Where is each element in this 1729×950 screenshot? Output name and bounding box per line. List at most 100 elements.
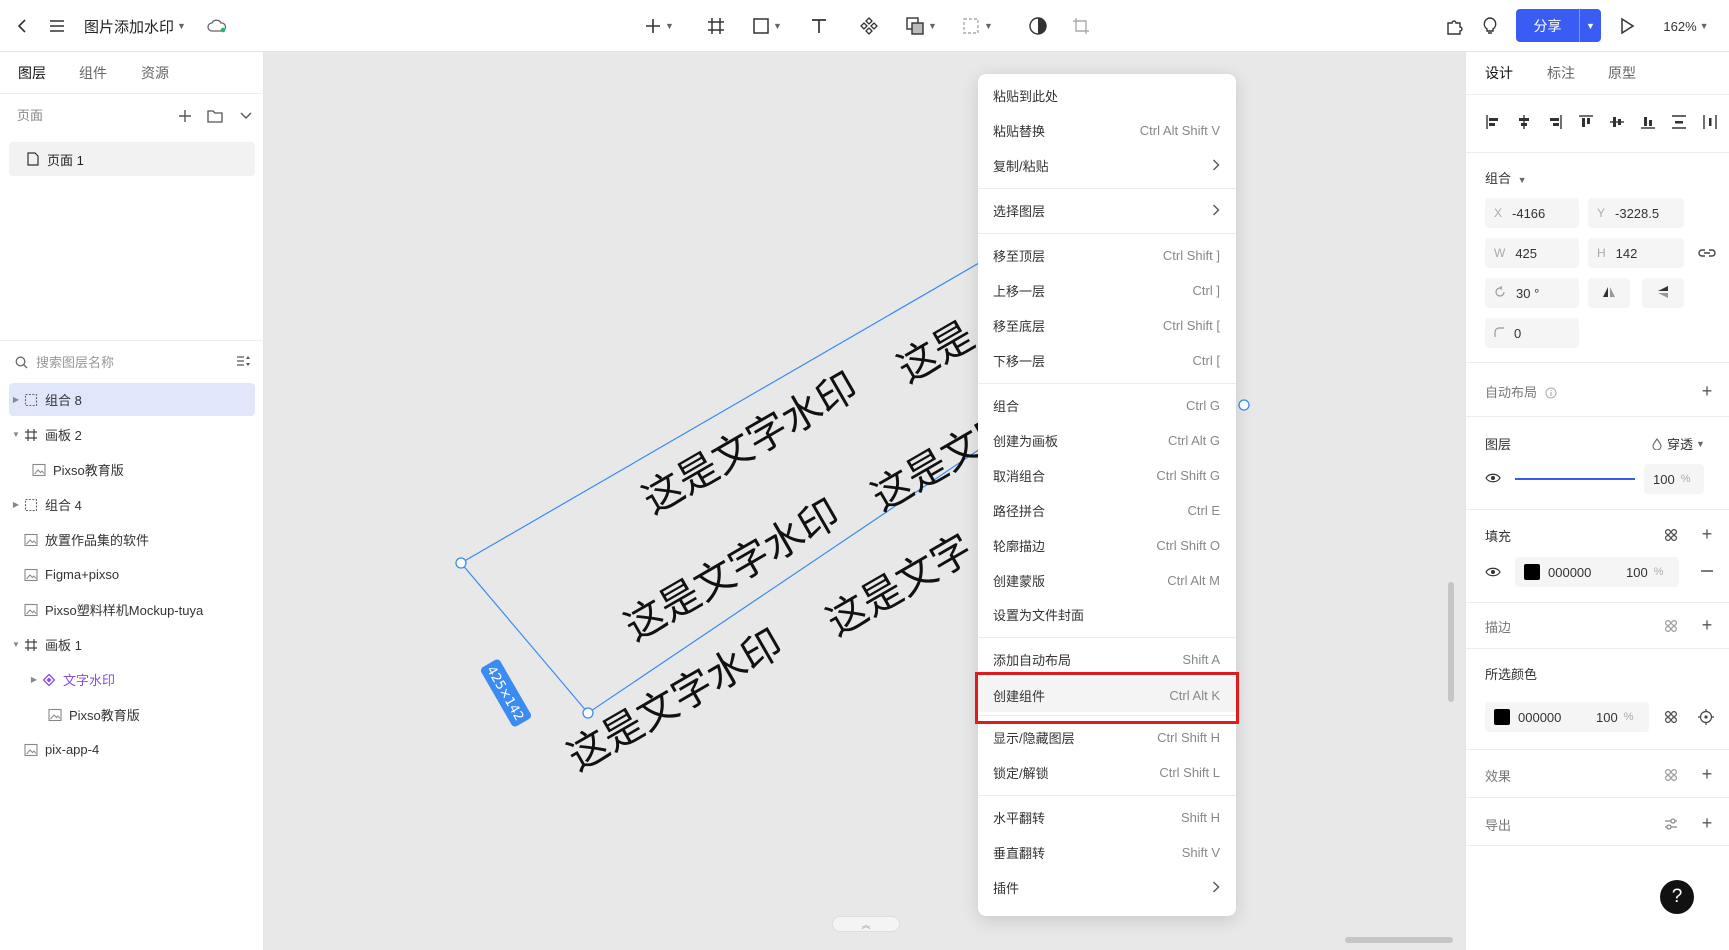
expand-arrow-icon[interactable]: ▶ [27,675,41,684]
corner-radius-field[interactable]: 0 [1485,318,1579,348]
menu-item-flatten[interactable]: 路径拼合 Ctrl E [978,495,1236,525]
layer-item[interactable]: Figma+pixso [9,558,255,591]
menu-item-outline-stroke[interactable]: 轮廓描边 Ctrl Shift O [978,530,1236,560]
menu-item-plugins[interactable]: 插件 [978,872,1236,902]
menu-item-paste-replace[interactable]: 粘贴替换 Ctrl Alt Shift V [978,115,1236,145]
blend-mode-select[interactable]: 穿透 ▼ [1652,434,1705,453]
layer-item[interactable]: ▼ 画板 2 [9,418,255,451]
add-effect-icon[interactable]: + [1698,764,1716,784]
page-item-1[interactable]: 页面 1 [9,142,255,176]
menu-item-flip-horizontal[interactable]: 水平翻转 Shift H [978,802,1236,832]
remove-fill-icon[interactable] [1698,562,1716,580]
flip-horizontal-button[interactable] [1588,278,1630,308]
align-horizontal-center-icon[interactable] [1512,110,1536,134]
rectangle-tool-button[interactable]: ▼ [746,0,788,52]
menu-item-send-backward[interactable]: 下移一层 Ctrl [ [978,345,1236,375]
menu-item-ungroup[interactable]: 取消组合 Ctrl Shift G [978,460,1236,490]
fill-color-field[interactable]: 000000 100% [1515,557,1679,587]
resize-handle[interactable] [582,707,594,719]
lightbulb-icon[interactable] [1474,0,1506,52]
menu-item-lock-unlock[interactable]: 锁定/解锁 Ctrl Shift L [978,757,1236,787]
eye-icon[interactable] [1485,472,1501,484]
y-field[interactable]: Y -3228.5 [1588,198,1684,228]
menu-item-bring-forward[interactable]: 上移一层 Ctrl ] [978,275,1236,305]
menu-item-add-auto-layout[interactable]: 添加自动布局 Shift A [978,644,1236,674]
contrast-icon[interactable] [1022,0,1054,52]
layer-item[interactable]: ▶ 组合 8 [9,383,255,416]
watermark-group[interactable]: 这是文字水印 这是文字水印 这是文字水印 这是 这是文字 这是文字 425×14… [265,52,1464,950]
folder-icon[interactable] [202,94,228,138]
filter-icon[interactable] [236,354,252,368]
zoom-control[interactable]: 162% ▼ [1656,0,1716,52]
distribute-horizontal-icon[interactable] [1698,110,1722,134]
add-tool-button[interactable]: ▼ [638,0,680,52]
add-stroke-icon[interactable]: + [1698,615,1716,635]
resize-handle[interactable] [455,557,467,569]
crop-icon[interactable] [1065,0,1097,52]
opacity-slider[interactable] [1515,478,1635,480]
opacity-field[interactable]: 100% [1644,464,1704,494]
menu-item-select-layer[interactable]: 选择图层 [978,195,1236,225]
flip-vertical-button[interactable] [1642,278,1684,308]
style-grid-icon[interactable] [1662,766,1680,784]
selected-color-field[interactable]: 000000 100% [1485,702,1649,732]
tab-prototype[interactable]: 原型 [1608,52,1636,94]
add-export-icon[interactable]: + [1698,813,1716,833]
collapse-arrow-icon[interactable]: ▼ [9,640,23,649]
canvas[interactable]: 这是文字水印 这是文字水印 这是文字水印 这是 这是文字 这是文字 425×14… [265,52,1464,950]
x-field[interactable]: X -4166 [1485,198,1579,228]
menu-item-flip-vertical[interactable]: 垂直翻转 Shift V [978,837,1236,867]
horizontal-scrollbar[interactable] [1345,937,1453,943]
target-icon[interactable] [1697,708,1715,726]
rotation-field[interactable]: 30 ° [1485,278,1579,308]
document-title[interactable]: 图片添加水印 ▼ [84,0,186,52]
layer-item[interactable]: pix-app-4 [9,733,255,766]
tab-components[interactable]: 组件 [79,52,107,94]
align-left-icon[interactable] [1481,110,1505,134]
style-grid-icon[interactable] [1662,708,1680,726]
width-field[interactable]: W 425 [1485,238,1579,268]
resize-handle[interactable] [1238,399,1250,411]
layer-item[interactable]: ▶ 组合 4 [9,488,255,521]
play-prototype-icon[interactable] [1611,0,1643,52]
tab-layers[interactable]: 图层 [18,52,46,94]
frame-tool-icon[interactable] [700,0,732,52]
menu-item-group[interactable]: 组合 Ctrl G [978,390,1236,420]
layer-item[interactable]: ▶ 文字水印 [9,663,255,696]
layer-item[interactable]: ▼ 画板 1 [9,628,255,661]
mask-tool-button[interactable]: ▼ [956,0,998,52]
expand-arrow-icon[interactable]: ▶ [9,500,23,509]
menu-item-show-hide-layer[interactable]: 显示/隐藏图层 Ctrl Shift H [978,722,1236,752]
tab-design[interactable]: 设计 [1485,52,1513,94]
add-fill-icon[interactable]: + [1698,524,1716,544]
menu-item-set-cover[interactable]: 设置为文件封面 [978,599,1236,629]
chevron-down-icon[interactable] [233,94,259,138]
add-auto-layout-icon[interactable]: + [1698,381,1716,401]
menu-item-create-mask[interactable]: 创建蒙版 Ctrl Alt M [978,565,1236,595]
collapse-arrow-icon[interactable]: ▼ [9,430,23,439]
back-arrow-icon[interactable] [6,0,38,52]
distribute-vertical-icon[interactable] [1667,110,1691,134]
menu-item-paste-here[interactable]: 粘贴到此处 [978,80,1236,110]
height-field[interactable]: H 142 [1588,238,1684,268]
share-button[interactable]: 分享 [1516,9,1579,42]
vertical-scrollbar[interactable] [1448,582,1454,702]
help-button[interactable]: ? [1660,880,1694,914]
menu-item-copy-paste[interactable]: 复制/粘贴 [978,150,1236,180]
align-vertical-center-icon[interactable] [1605,110,1629,134]
link-icon[interactable] [1698,244,1716,262]
component-tool-icon[interactable] [853,0,885,52]
layer-item[interactable]: Pixso教育版 [9,698,255,731]
layer-item[interactable]: 放置作品集的软件 [9,523,255,556]
add-page-icon[interactable] [172,94,198,138]
eye-icon[interactable] [1485,566,1501,578]
style-grid-icon[interactable] [1662,617,1680,635]
color-swatch[interactable] [1524,564,1540,580]
boolean-tool-button[interactable]: ▼ [900,0,942,52]
layer-item[interactable]: Pixso教育版 [9,453,255,486]
align-bottom-icon[interactable] [1636,110,1660,134]
menu-item-create-frame[interactable]: 创建为画板 Ctrl Alt G [978,425,1236,455]
menu-item-bring-to-front[interactable]: 移至顶层 Ctrl Shift ] [978,240,1236,270]
layer-item[interactable]: Pixso塑料样机Mockup-tuya [9,593,255,626]
align-top-icon[interactable] [1574,110,1598,134]
